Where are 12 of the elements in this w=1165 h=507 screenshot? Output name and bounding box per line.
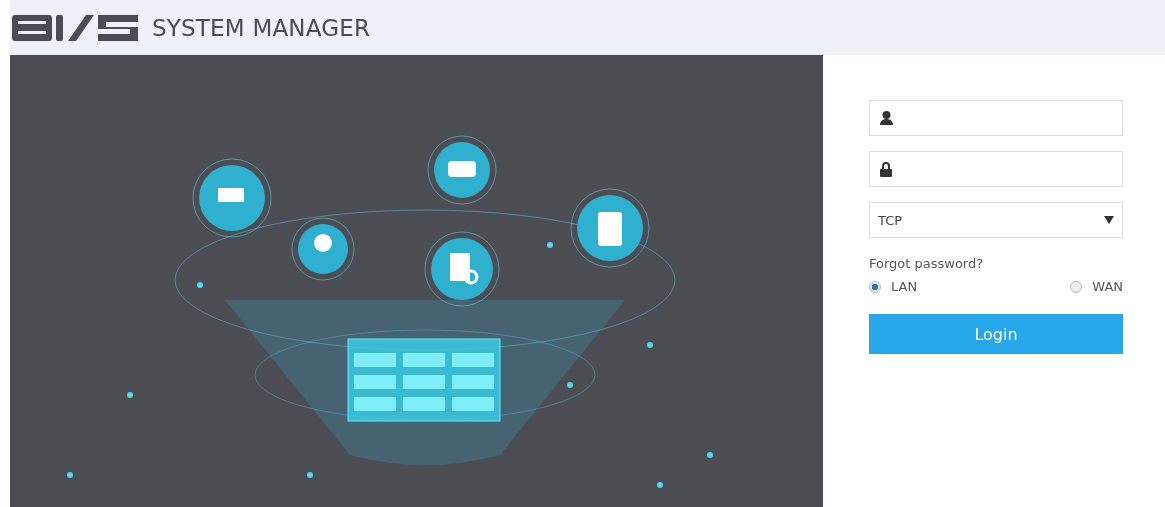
user-icon [880,111,893,125]
network-radio[interactable]: WAN [1070,279,1123,294]
app-title: SYSTEM MANAGER [152,14,371,41]
network-radio[interactable]: LAN [869,279,918,294]
username-field[interactable] [869,100,1123,136]
lock-icon [880,161,892,177]
caret-icon [1104,216,1114,224]
radio-label: LAN [891,279,918,294]
protocol-select[interactable]: TCP [869,202,1123,238]
password-field[interactable] [869,151,1123,187]
forgot-password-link[interactable]: Forgot password? [869,256,984,271]
radio-label: WAN [1092,279,1123,294]
